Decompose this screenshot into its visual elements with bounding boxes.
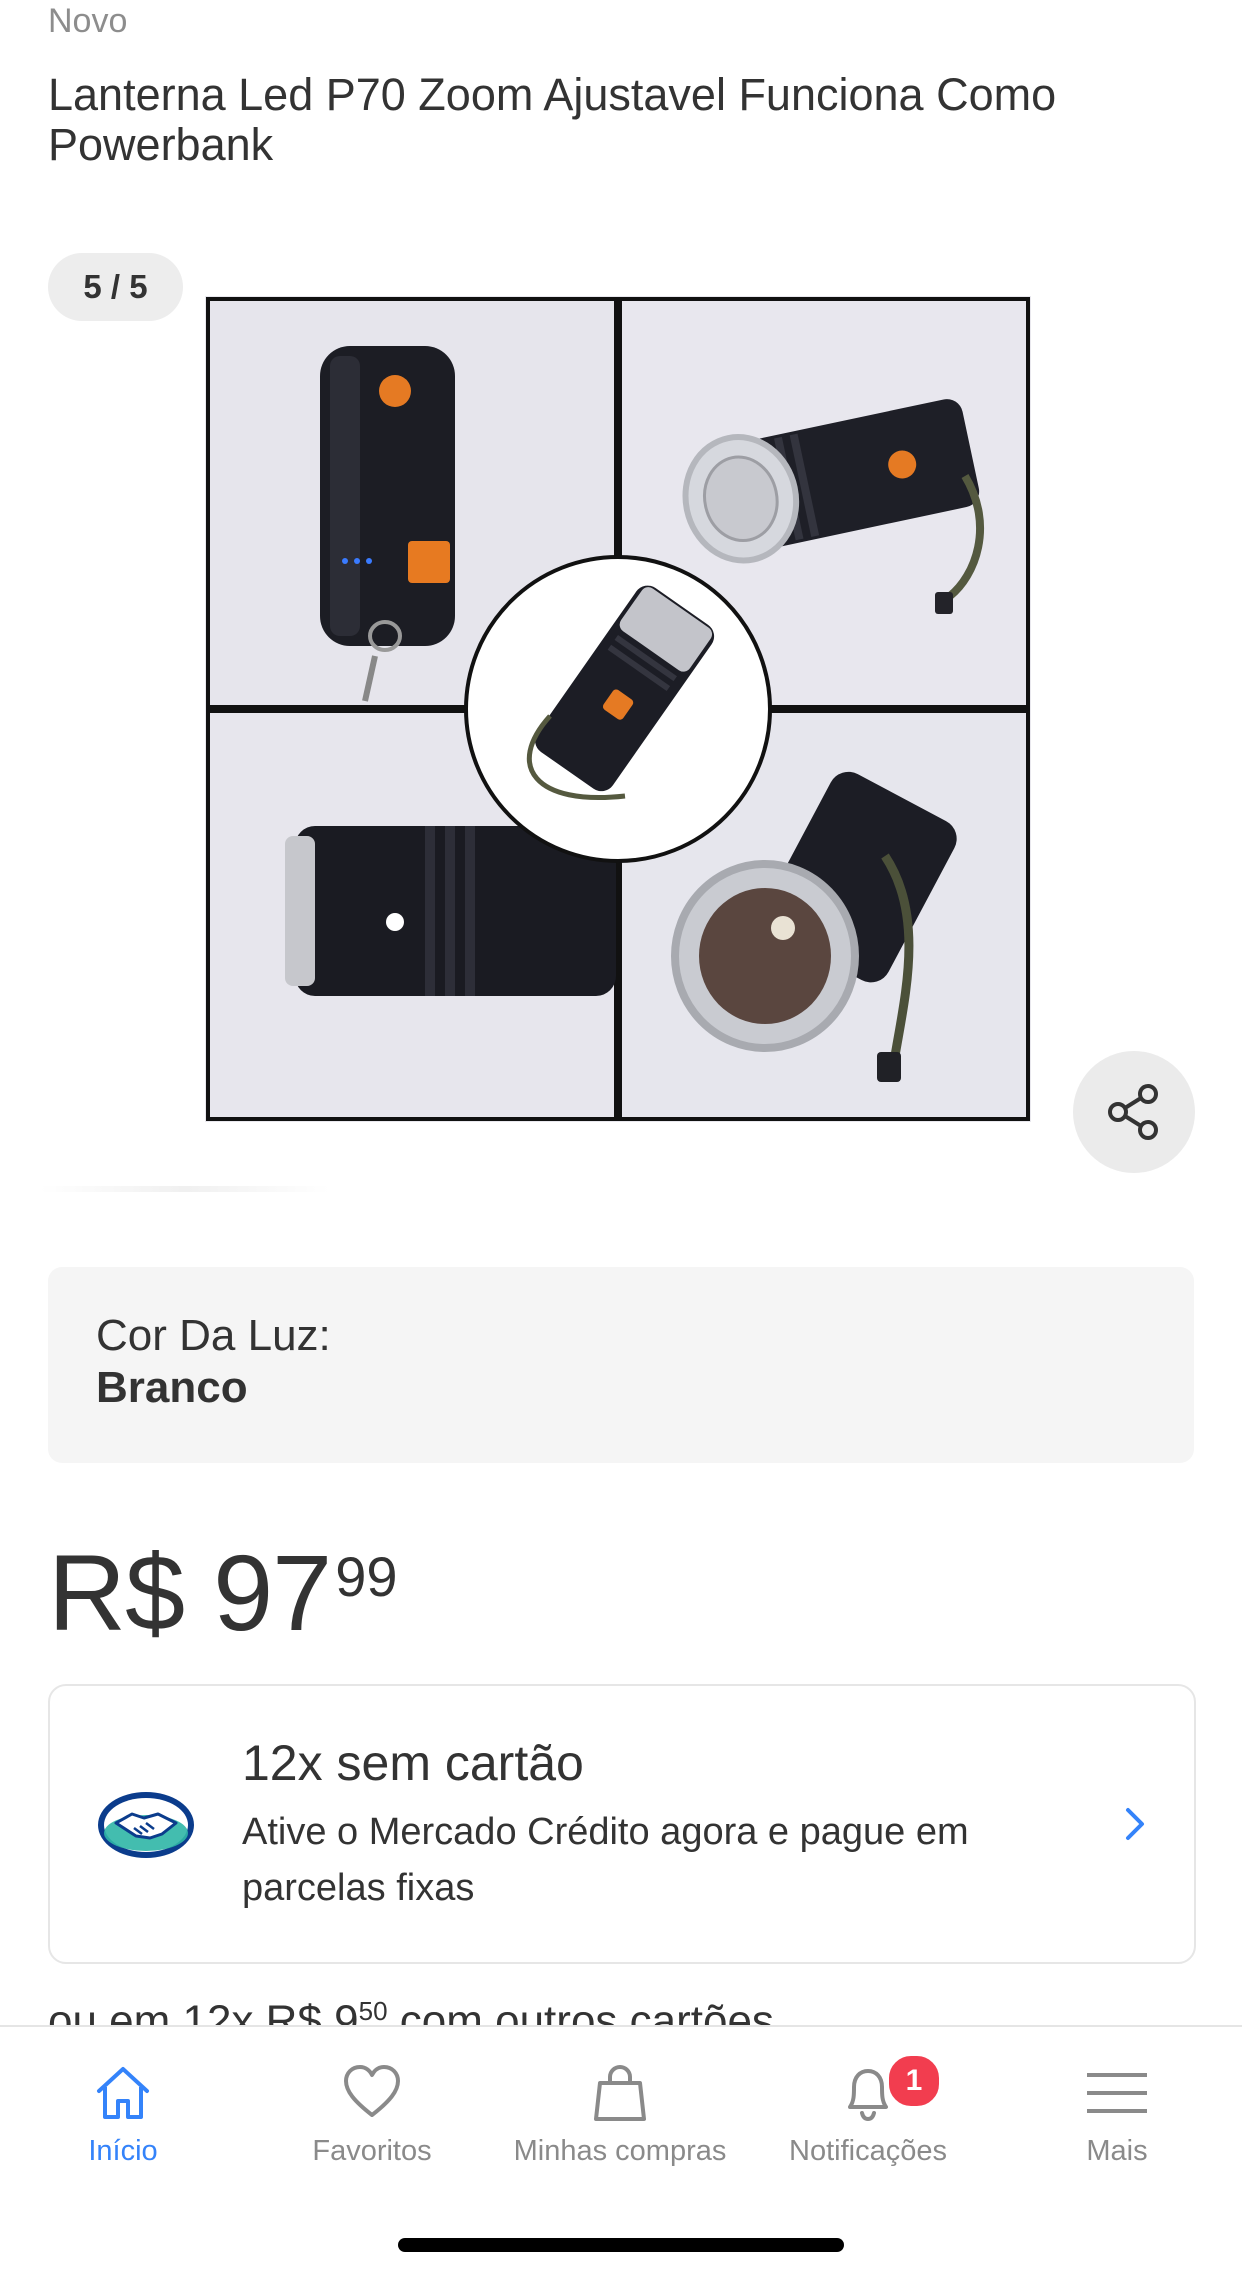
nav-item-favoritos[interactable]: Favoritos [252, 2057, 492, 2177]
bag-icon [594, 2064, 646, 2121]
nav-item-minhas-compras[interactable]: Minhas compras [500, 2057, 740, 2177]
nav-label-inicio: Início [88, 2135, 158, 2167]
nav-label-notificacoes: Notificações [789, 2135, 947, 2167]
variation-value: Branco [96, 1363, 248, 1412]
credit-title: 12x sem cartão [242, 1735, 584, 1791]
nav-label-minhas-compras: Minhas compras [513, 2135, 727, 2167]
mercado-credito-card[interactable]: 12x sem cartão Ative o Mercado Crédito a… [48, 1684, 1196, 1964]
heart-icon [344, 2065, 400, 2117]
notification-badge: 1 [886, 2053, 942, 2109]
nav-label-mais: Mais [1086, 2135, 1148, 2167]
home-indicator [398, 2238, 844, 2252]
chevron-right-icon [1126, 1808, 1144, 1840]
price-main: R$ 97 [48, 1532, 332, 1653]
price-cents: 99 [335, 1545, 398, 1608]
nav-item-mais[interactable]: Mais [997, 2057, 1237, 2177]
product-title: Lanterna Led P70 Zoom Ajustavel Funciona… [48, 69, 1057, 170]
handshake-icon [98, 1792, 194, 1858]
product-image[interactable] [205, 296, 1031, 1122]
gallery-counter: 5 / 5 [48, 253, 183, 321]
installments-cents: 50 [358, 1996, 388, 2026]
nav-label-favoritos: Favoritos [312, 2135, 432, 2167]
condition-label: Novo [48, 2, 128, 40]
home-icon [97, 2067, 149, 2119]
credit-description: Ative o Mercado Crédito agora e pague em… [242, 1811, 969, 1909]
variation-picker[interactable]: Cor Da Luz: Branco [48, 1267, 1194, 1463]
share-button[interactable] [1073, 1051, 1195, 1173]
variation-label: Cor Da Luz: [96, 1311, 331, 1360]
menu-icon [1087, 2073, 1147, 2113]
price: R$ 9799 [48, 1530, 398, 1653]
gallery-pagination [40, 1186, 330, 1192]
nav-item-inicio[interactable]: Início [3, 2057, 243, 2177]
nav-item-notificacoes[interactable]: 1 Notificações [748, 2053, 988, 2177]
share-icon [1108, 1084, 1158, 1140]
